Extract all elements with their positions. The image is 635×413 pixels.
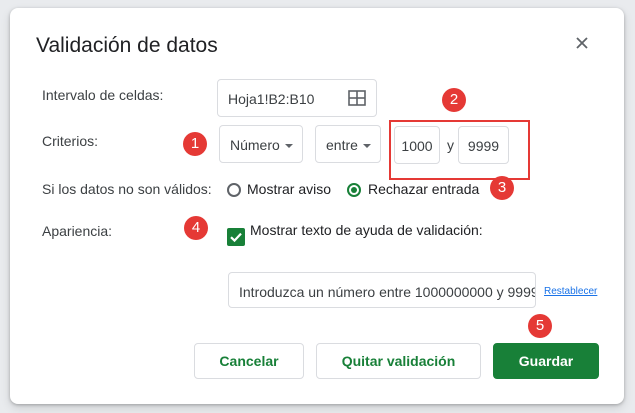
appearance-label: Apariencia: bbox=[42, 223, 113, 239]
criteria-label: Criterios: bbox=[42, 133, 99, 149]
annotation-badge-4: 4 bbox=[184, 216, 208, 240]
radio-show-warning-label[interactable]: Mostrar aviso bbox=[247, 181, 331, 197]
annotation-badge-1: 1 bbox=[183, 132, 207, 156]
range-field[interactable]: Hoja1!B2:B10 bbox=[217, 79, 377, 117]
radio-reject-input-label[interactable]: Rechazar entrada bbox=[368, 181, 479, 197]
min-value-input[interactable]: 1000 bbox=[394, 126, 440, 164]
reset-link[interactable]: Restablecer bbox=[544, 286, 597, 297]
annotation-badge-5: 5 bbox=[528, 314, 552, 338]
remove-validation-button[interactable]: Quitar validación bbox=[316, 343, 481, 379]
chevron-down-icon bbox=[363, 144, 371, 148]
range-label: Intervalo de celdas: bbox=[42, 87, 164, 103]
close-icon[interactable] bbox=[573, 34, 591, 52]
show-help-text-checkbox[interactable] bbox=[227, 228, 245, 246]
dialog-title: Validación de datos bbox=[36, 34, 218, 57]
save-button[interactable]: Guardar bbox=[493, 343, 599, 379]
chevron-down-icon bbox=[285, 144, 293, 148]
annotation-badge-3: 3 bbox=[490, 176, 514, 200]
radio-reject-input[interactable] bbox=[347, 183, 361, 197]
min-value: 1000 bbox=[401, 138, 433, 154]
radio-selected-dot bbox=[351, 187, 357, 193]
range-value: Hoja1!B2:B10 bbox=[228, 91, 315, 107]
checkmark-icon bbox=[230, 232, 242, 243]
show-help-text-label[interactable]: Mostrar texto de ayuda de validación: bbox=[250, 222, 483, 238]
invalid-data-label: Si los datos no son válidos: bbox=[42, 181, 212, 197]
criteria-condition-value: entre bbox=[326, 137, 358, 153]
max-value-input[interactable]: 9999 bbox=[458, 126, 509, 164]
help-text-value: Introduzca un número entre 1000000000 y … bbox=[239, 284, 536, 300]
help-text-input[interactable]: Introduzca un número entre 1000000000 y … bbox=[228, 272, 536, 308]
criteria-condition-dropdown[interactable]: entre bbox=[315, 125, 381, 163]
annotation-badge-2: 2 bbox=[442, 88, 466, 112]
criteria-type-value: Número bbox=[230, 137, 280, 153]
select-range-grid-icon[interactable] bbox=[348, 90, 366, 106]
max-value: 9999 bbox=[467, 138, 500, 154]
data-validation-dialog: Validación de datos Intervalo de celdas:… bbox=[10, 8, 624, 404]
radio-show-warning[interactable] bbox=[227, 183, 241, 197]
and-label: y bbox=[447, 137, 454, 153]
criteria-type-dropdown[interactable]: Número bbox=[219, 125, 303, 163]
cancel-button[interactable]: Cancelar bbox=[194, 343, 304, 379]
